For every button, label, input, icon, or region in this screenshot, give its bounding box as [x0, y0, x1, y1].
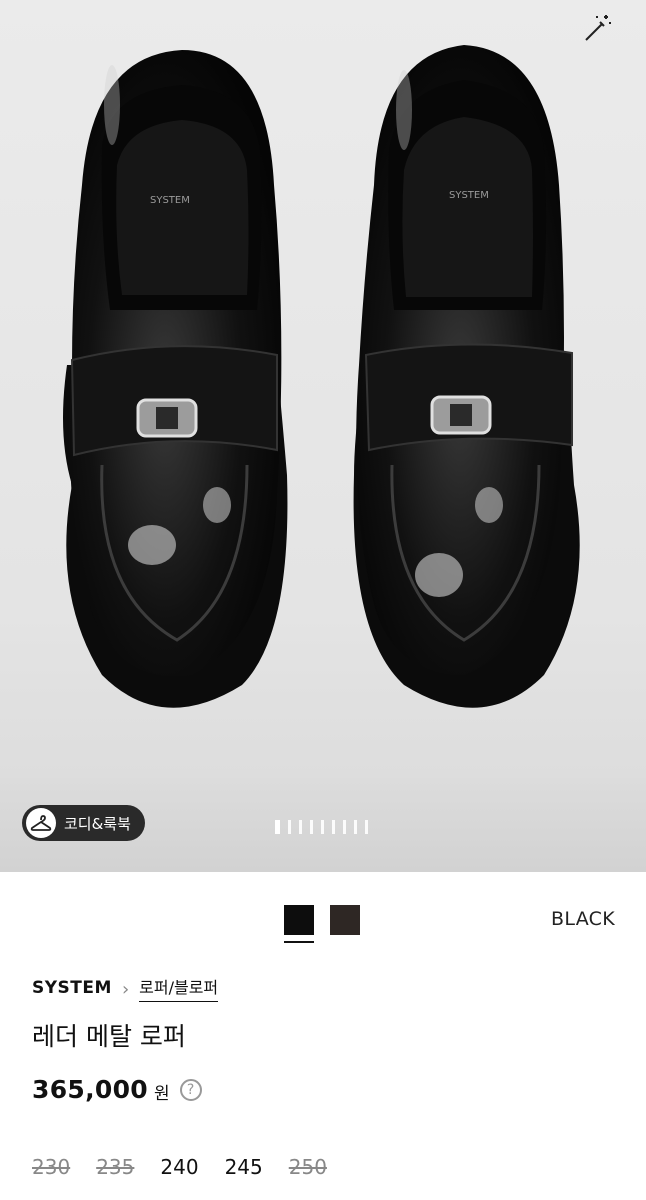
carousel-dot	[332, 820, 335, 834]
carousel-dot	[299, 820, 302, 834]
hanger-icon	[26, 808, 56, 838]
carousel-dot	[288, 820, 291, 834]
swatch-brown-chip	[330, 905, 360, 935]
carousel-indicator	[275, 820, 368, 834]
size-option[interactable]: 240	[160, 1155, 198, 1179]
product-name: 레더 메탈 로퍼	[32, 1022, 186, 1051]
size-option[interactable]: 250	[289, 1155, 327, 1179]
magic-wand-icon	[585, 15, 611, 41]
coordi-lookbook-button[interactable]: 코디&룩북	[22, 805, 145, 841]
brand-link[interactable]: SYSTEM	[32, 978, 112, 998]
category-link[interactable]: 로퍼/블로퍼	[139, 974, 219, 1002]
product-image-carousel[interactable]: SYSTEM SYSTEM 코디&룩북	[0, 0, 646, 872]
swatch-brown[interactable]	[330, 905, 360, 943]
price-row: 365,000 원 ?	[32, 1075, 202, 1104]
carousel-dot	[343, 820, 346, 834]
size-option[interactable]: 230	[32, 1155, 70, 1179]
magic-wand-button[interactable]	[580, 10, 616, 46]
size-list: 230 235 240 245 250	[32, 1155, 327, 1179]
size-option[interactable]: 235	[96, 1155, 134, 1179]
insole-brand-text: SYSTEM	[449, 190, 489, 201]
coordi-lookbook-label: 코디&룩북	[64, 814, 131, 833]
carousel-dot	[275, 820, 280, 834]
carousel-dot	[321, 820, 324, 834]
loafer-right-image: SYSTEM	[353, 45, 580, 708]
carousel-dot	[310, 820, 313, 834]
breadcrumb: SYSTEM › 로퍼/블로퍼	[32, 974, 219, 1002]
chevron-right-icon: ›	[121, 978, 130, 1000]
selected-color-label: BLACK	[551, 908, 615, 930]
product-price: 365,000	[32, 1075, 148, 1104]
question-icon[interactable]: ?	[179, 1078, 202, 1101]
size-option[interactable]: 245	[225, 1155, 263, 1179]
swatch-black[interactable]	[284, 905, 314, 943]
loafer-left-image: SYSTEM	[63, 50, 288, 708]
insole-brand-text: SYSTEM	[150, 195, 190, 206]
currency-label: 원	[153, 1084, 170, 1104]
carousel-dot	[365, 820, 368, 834]
swatch-black-chip	[284, 905, 314, 935]
carousel-dot	[354, 820, 357, 834]
color-swatches	[284, 905, 360, 943]
